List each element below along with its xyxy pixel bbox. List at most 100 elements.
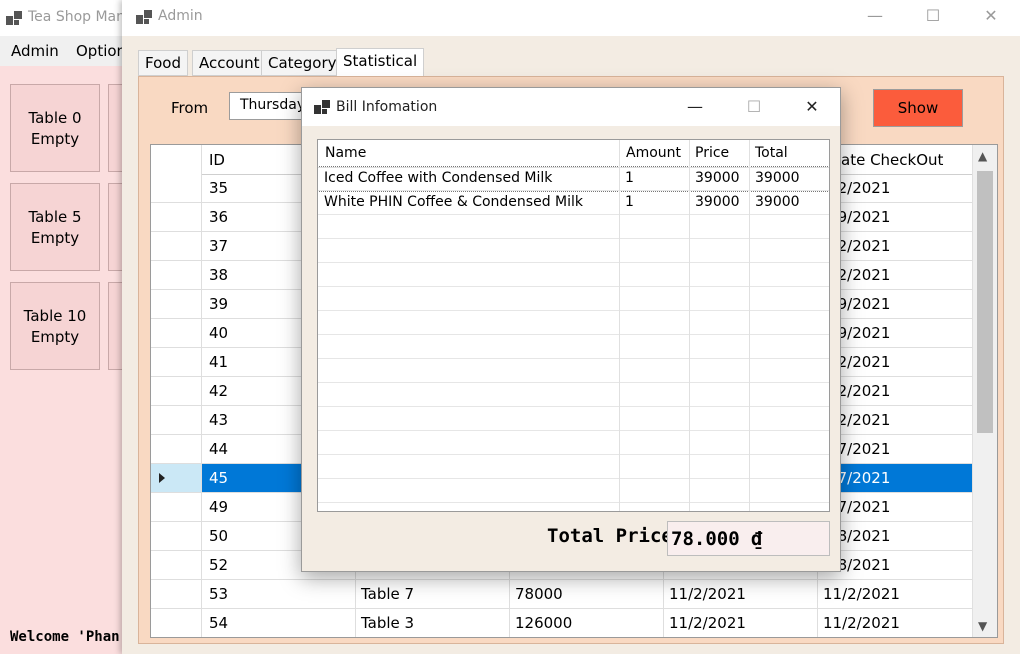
cell-id: 43 xyxy=(209,411,229,429)
row-header[interactable] xyxy=(151,609,202,637)
scrollbar-thumb[interactable] xyxy=(977,171,993,433)
table-row[interactable]: 53 Table 7 78000 11/2/2021 11/2/2021 xyxy=(151,580,973,609)
vertical-scrollbar[interactable]: ▲ ▼ xyxy=(972,145,997,637)
table-status: Empty xyxy=(30,130,80,148)
cell-id: 44 xyxy=(209,440,229,458)
tab-food[interactable]: Food xyxy=(138,50,188,76)
cell-total: 39000 xyxy=(755,194,800,210)
column-header-id[interactable]: ID xyxy=(209,151,225,169)
empty-row xyxy=(318,431,829,455)
row-header[interactable] xyxy=(151,203,202,231)
column-header-checkout[interactable]: ate CheckOut xyxy=(841,151,943,169)
admin-title-bar[interactable]: Admin — ☐ ✕ xyxy=(122,0,1020,36)
app-icon xyxy=(314,100,330,114)
cell-total: 126000 xyxy=(515,614,573,632)
cell-id: 35 xyxy=(209,179,229,197)
bill-title-bar[interactable]: Bill Infomation — ☐ ✕ xyxy=(302,88,840,126)
scroll-up-icon[interactable]: ▲ xyxy=(978,149,987,163)
close-button[interactable]: ✕ xyxy=(789,91,835,123)
bill-info-dialog: Bill Infomation — ☐ ✕ Name Amount Price … xyxy=(301,87,841,572)
menu-option[interactable]: Option xyxy=(76,42,126,60)
main-window-title: Tea Shop Man xyxy=(28,9,126,25)
empty-row xyxy=(318,215,829,239)
table-name: Table 10 xyxy=(23,307,87,325)
menu-admin[interactable]: Admin xyxy=(11,42,59,60)
row-header[interactable] xyxy=(151,290,202,318)
cell-id: 53 xyxy=(209,585,229,603)
empty-row xyxy=(318,383,829,407)
row-header[interactable] xyxy=(151,261,202,289)
row-header[interactable] xyxy=(151,522,202,550)
bill-items-list[interactable]: Name Amount Price Total Iced Coffee with… xyxy=(317,139,830,512)
maximize-button[interactable]: ☐ xyxy=(910,0,956,32)
scroll-down-icon[interactable]: ▼ xyxy=(978,619,987,633)
row-header[interactable] xyxy=(151,464,202,492)
cell-id: 36 xyxy=(209,208,229,226)
cell-id: 39 xyxy=(209,295,229,313)
row-header[interactable] xyxy=(151,493,202,521)
cell-id: 50 xyxy=(209,527,229,545)
close-button[interactable]: ✕ xyxy=(968,0,1014,32)
empty-row xyxy=(318,455,829,479)
tab-category[interactable]: Category xyxy=(261,50,344,76)
empty-row xyxy=(318,335,829,359)
table-status: Empty xyxy=(30,328,80,346)
cell-name: Iced Coffee with Condensed Milk xyxy=(324,170,553,186)
maximize-button[interactable]: ☐ xyxy=(731,91,777,123)
list-item[interactable]: White PHIN Coffee & Condensed Milk 1 39000… xyxy=(318,191,829,215)
column-header-amount[interactable]: Amount xyxy=(626,145,681,161)
main-title-bar[interactable]: Tea Shop Man xyxy=(0,0,140,36)
cell-price: 39000 xyxy=(695,194,740,210)
from-date-picker[interactable]: Thursday xyxy=(229,92,309,120)
row-header[interactable] xyxy=(151,377,202,405)
current-row-arrow-icon xyxy=(159,473,165,483)
column-divider xyxy=(201,145,202,637)
empty-row xyxy=(318,287,829,311)
welcome-text: Welcome 'Phan xyxy=(10,629,120,645)
list-header: Name Amount Price Total xyxy=(318,140,829,168)
minimize-button[interactable]: — xyxy=(852,0,898,32)
cell-amount: 1 xyxy=(625,194,634,210)
cell-table: Table 7 xyxy=(361,585,415,603)
row-header[interactable] xyxy=(151,174,202,202)
column-header-price[interactable]: Price xyxy=(695,145,729,161)
empty-row xyxy=(318,359,829,383)
tab-account[interactable]: Account xyxy=(192,50,267,76)
cell-id: 38 xyxy=(209,266,229,284)
column-divider xyxy=(689,140,690,511)
cell-id: 49 xyxy=(209,498,229,516)
row-header[interactable] xyxy=(151,435,202,463)
app-icon xyxy=(6,11,22,25)
row-header[interactable] xyxy=(151,348,202,376)
cell-total: 39000 xyxy=(755,170,800,186)
row-header[interactable] xyxy=(151,319,202,347)
from-label: From xyxy=(171,99,209,117)
column-divider xyxy=(619,140,620,511)
table-button-5[interactable]: Table 5 Empty xyxy=(10,183,100,271)
app-icon xyxy=(136,10,152,24)
column-divider xyxy=(749,140,750,511)
cell-checkout: 11/2/2021 xyxy=(823,614,900,632)
table-row[interactable]: 54 Table 3 126000 11/2/2021 11/2/2021 xyxy=(151,609,973,637)
cell-id: 52 xyxy=(209,556,229,574)
list-item[interactable]: Iced Coffee with Condensed Milk 1 39000 390… xyxy=(318,166,829,192)
table-button-0[interactable]: Table 0 Empty xyxy=(10,84,100,172)
row-header[interactable] xyxy=(151,551,202,579)
row-header[interactable] xyxy=(151,580,202,608)
cell-id: 41 xyxy=(209,353,229,371)
row-header[interactable] xyxy=(151,232,202,260)
total-price-label: Total Price xyxy=(547,525,673,547)
column-header-name[interactable]: Name xyxy=(325,145,366,161)
bill-dialog-title: Bill Infomation xyxy=(336,99,438,115)
empty-row xyxy=(318,239,829,263)
show-button[interactable]: Show xyxy=(873,89,963,127)
tab-statistical[interactable]: Statistical xyxy=(336,48,425,78)
menu-bar: Admin Option xyxy=(0,36,140,66)
total-price-field[interactable]: 78.000 ₫ xyxy=(667,521,830,556)
table-button-10[interactable]: Table 10 Empty xyxy=(10,282,100,370)
column-header-total[interactable]: Total xyxy=(755,145,788,161)
minimize-button[interactable]: — xyxy=(672,91,718,123)
cell-id: 37 xyxy=(209,237,229,255)
cell-id: 45 xyxy=(209,469,229,487)
row-header[interactable] xyxy=(151,406,202,434)
